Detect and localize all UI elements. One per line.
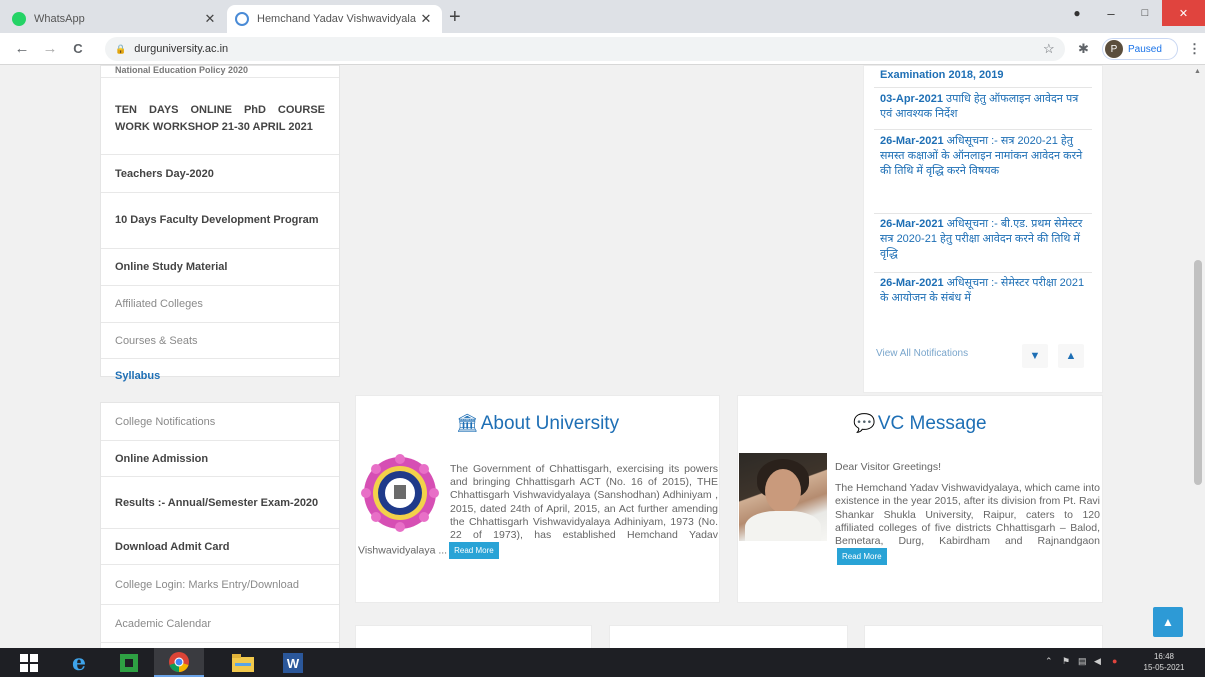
windows-start-icon[interactable]	[4, 648, 54, 677]
address-bar[interactable]: 🔒 durguniversity.ac.in	[105, 37, 1065, 61]
sidebar-item-faculty-development[interactable]: 10 Days Faculty Development Program	[101, 193, 339, 249]
notification-item[interactable]: Examination 2018, 2019	[874, 68, 1092, 88]
globe-icon	[235, 12, 249, 26]
close-tab-icon[interactable]: ✕	[202, 11, 218, 27]
tray-chevron-icon[interactable]: ⌃	[1045, 656, 1053, 667]
tab-strip: WhatsApp ✕ Hemchand Yadav Vishwavidyala …	[0, 0, 1205, 33]
info-card	[355, 625, 592, 648]
vc-read-more-button[interactable]: Read More	[837, 548, 887, 566]
about-read-more-button[interactable]: Read More	[449, 542, 499, 560]
close-window-button[interactable]: ✕	[1162, 0, 1205, 26]
sidebar-item-affiliated-colleges[interactable]: Affiliated Colleges	[101, 286, 339, 323]
sidebar-item-teachers-day[interactable]: Teachers Day-2020	[101, 155, 339, 193]
view-all-notifications-link[interactable]: View All Notifications	[876, 348, 968, 359]
notification-item[interactable]: 03-Apr-2021 उपाधि हेतु ऑफलाइन आवेदन पत्र…	[874, 92, 1092, 130]
about-university-title: 🏛 About University	[455, 413, 620, 434]
tab-title: Hemchand Yadav Vishwavidyala	[257, 13, 416, 25]
sidebar-item-online-admission[interactable]: Online Admission	[101, 441, 339, 477]
info-card	[609, 625, 848, 648]
sidebar-item-academic-calendar[interactable]: Academic Calendar	[101, 605, 339, 643]
avatar: P	[1105, 40, 1123, 58]
word-icon[interactable]: W	[268, 648, 318, 677]
lock-icon: 🔒	[115, 43, 127, 54]
maximize-button[interactable]: □	[1128, 0, 1162, 26]
notification-item[interactable]: 26-Mar-2021 अधिसूचना :- बी.एड. प्रथम सेम…	[874, 217, 1092, 273]
notification-date: 03-Apr-2021	[880, 93, 943, 105]
minimize-button[interactable]: –	[1094, 0, 1128, 26]
page-scrollbar[interactable]: ▲	[1191, 65, 1205, 648]
new-tab-button[interactable]: +	[449, 6, 461, 28]
tray-antivirus-icon[interactable]: ●	[1112, 656, 1117, 666]
sidebar-item-college-notifications[interactable]: College Notifications	[101, 403, 339, 441]
scroll-down-button[interactable]: ▼	[1022, 344, 1048, 368]
tab-whatsapp[interactable]: WhatsApp ✕	[4, 5, 226, 33]
more-menu-icon[interactable]: ⋮	[1188, 41, 1201, 57]
notification-item[interactable]: 26-Mar-2021 अधिसूचना :- सत्र 2020-21 हेत…	[874, 134, 1092, 214]
forward-button[interactable]: →	[40, 39, 60, 59]
bookmark-star-icon[interactable]: ☆	[1043, 41, 1055, 57]
vc-message-text: Dear Visitor Greetings! The Hemchand Yad…	[739, 461, 1100, 601]
notification-date: 26-Mar-2021	[880, 277, 944, 289]
sidebar-item-college-login[interactable]: College Login: Marks Entry/Download	[101, 565, 339, 605]
reload-button[interactable]: C	[68, 39, 88, 59]
sidebar-item-admit-card[interactable]: Download Admit Card	[101, 529, 339, 565]
notifications-panel: Examination 2018, 2019 03-Apr-2021 उपाधि…	[863, 65, 1103, 393]
close-tab-icon[interactable]: ✕	[418, 11, 434, 27]
about-university-text: The Government of Chhattisgarh, exercisi…	[358, 463, 718, 593]
extensions-icon[interactable]: ✱	[1078, 41, 1089, 57]
sidebar-links-bottom: College Notifications Online Admission R…	[100, 402, 340, 648]
internet-explorer-icon[interactable]: e	[54, 648, 104, 677]
notification-item[interactable]: 26-Mar-2021 अधिसूचना :- सेमेस्टर परीक्षा…	[874, 276, 1092, 316]
sidebar-links-top: National Education Policy 2020 TEN DAYS …	[100, 65, 340, 382]
chrome-icon[interactable]	[154, 648, 204, 677]
page-viewport: National Education Policy 2020 TEN DAYS …	[0, 65, 1205, 648]
browser-toolbar: ← → C 🔒 durguniversity.ac.in ☆ ✱ P Pause…	[0, 33, 1205, 65]
file-explorer-icon[interactable]	[218, 648, 268, 677]
sidebar-item-study-material[interactable]: Online Study Material	[101, 249, 339, 286]
back-button[interactable]: ←	[12, 39, 32, 59]
sidebar-item-results[interactable]: Results :- Annual/Semester Exam-2020	[101, 477, 339, 529]
scroll-up-arrow-icon[interactable]: ▲	[1194, 68, 1201, 75]
address-text: durguniversity.ac.in	[134, 43, 229, 55]
tray-network-icon[interactable]: ▤	[1078, 656, 1087, 667]
sidebar-item-nep-2020[interactable]: National Education Policy 2020	[101, 65, 339, 78]
scroll-to-top-button[interactable]: ▲	[1153, 607, 1183, 637]
windows-taskbar: e W ⌃ ⚑ ▤ ◀ ● 16:48 15-05-2021	[0, 648, 1205, 677]
svg-text:W: W	[287, 656, 300, 671]
notifications-footer: View All Notifications ▼ ▲	[864, 334, 1102, 392]
profile-button[interactable]: P Paused	[1102, 38, 1178, 60]
profile-status: Paused	[1128, 43, 1162, 55]
scroll-up-button[interactable]: ▲	[1058, 344, 1084, 368]
tray-volume-icon[interactable]: ◀	[1094, 656, 1101, 667]
tray-flag-icon[interactable]: ⚑	[1062, 656, 1070, 667]
tab-title: WhatsApp	[34, 13, 85, 25]
taskbar-clock[interactable]: 16:48 15-05-2021	[1138, 651, 1190, 673]
chat-bubble-icon: 💬	[853, 413, 876, 433]
sidebar-item-phd-workshop[interactable]: TEN DAYS ONLINE PhD COURSE WORK WORKSHOP…	[101, 83, 339, 155]
sidebar-item-courses-seats[interactable]: Courses & Seats	[101, 323, 339, 359]
notification-date: 26-Mar-2021	[880, 135, 944, 147]
vc-message-title: 💬 VC Message	[853, 413, 987, 434]
scrollbar-thumb[interactable]	[1194, 260, 1202, 485]
sidebar-item-syllabus[interactable]: Syllabus	[101, 357, 339, 394]
notification-date: 26-Mar-2021	[880, 218, 944, 230]
university-building-icon: 🏛	[455, 413, 479, 433]
record-icon[interactable]: ●	[1066, 0, 1088, 26]
info-card	[864, 625, 1103, 648]
whatsapp-icon	[12, 12, 26, 26]
office-icon[interactable]	[104, 648, 154, 677]
tab-hemchand-yadav[interactable]: Hemchand Yadav Vishwavidyala ✕	[227, 5, 442, 33]
